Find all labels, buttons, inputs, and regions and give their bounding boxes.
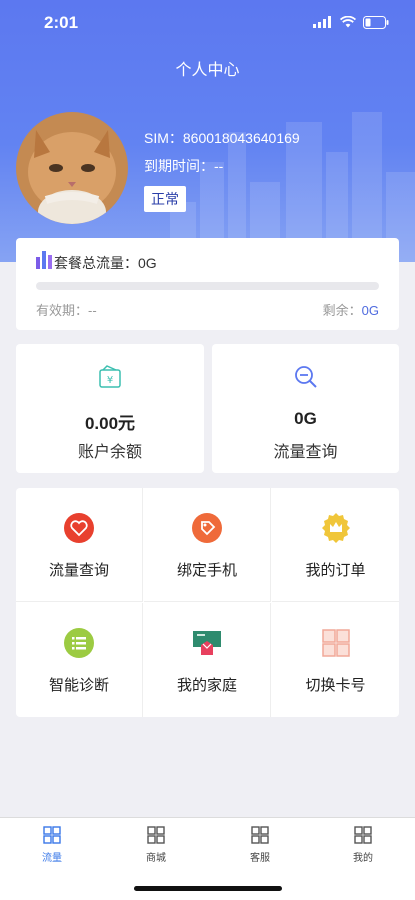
package-total: 套餐总流量：0G (54, 253, 157, 273)
bar-chart-icon (36, 251, 52, 269)
tab-label: 我的 (353, 853, 373, 864)
validity-value: -- (88, 303, 97, 318)
tab-mall[interactable]: 商城 (104, 826, 208, 864)
menu-my-family[interactable]: 我的家庭 (144, 603, 271, 717)
cat-avatar-image (16, 112, 128, 224)
tab-traffic[interactable]: 流量 (0, 826, 104, 864)
usage-progress-bar (36, 282, 379, 290)
battery-icon (363, 15, 389, 29)
wifi-icon (340, 16, 356, 28)
balance-card[interactable]: ¥ 0.00元 账户余额 (16, 344, 204, 473)
search-minus-icon (294, 366, 317, 388)
package-total-value: 0G (138, 255, 157, 271)
grid-tab-icon (43, 826, 61, 844)
tag-badge-icon (192, 513, 222, 543)
tab-label: 商城 (146, 853, 166, 864)
menu-label: 智能诊断 (48, 677, 109, 694)
menu-switch-card[interactable]: 切换卡号 (272, 603, 399, 717)
menu-smart-diagnosis[interactable]: 智能诊断 (16, 603, 143, 717)
grid-tab-icon (354, 826, 372, 844)
package-total-label: 套餐总流量： (54, 255, 138, 271)
package-card: 套餐总流量：0G 有效期：-- 剩余：0G (16, 238, 399, 330)
tab-label: 流量 (42, 853, 62, 864)
svg-text:¥: ¥ (107, 375, 113, 386)
avatar[interactable] (16, 112, 128, 224)
status-bar: 2:01 (0, 0, 415, 46)
sim-info: SIM：860018043640169 (144, 128, 300, 148)
expire-label: 到期时间： (144, 158, 214, 174)
grid-squares-icon (321, 629, 350, 657)
remaining: 剩余：0G (323, 300, 379, 319)
status-icons (313, 15, 389, 29)
traffic-query-card[interactable]: 0G 流量查询 (212, 344, 399, 473)
balance-label: 账户余额 (77, 444, 142, 461)
menu-label: 绑定手机 (176, 562, 237, 579)
tab-mine[interactable]: 我的 (311, 826, 415, 864)
gift-screen-icon (193, 631, 221, 655)
validity: 有效期：-- (36, 300, 97, 319)
crown-badge-icon (321, 513, 350, 543)
status-badge: 正常 (144, 186, 186, 212)
menu-label: 我的订单 (305, 562, 366, 579)
feature-grid: 流量查询 绑定手机 我的订单 智能诊断 我的家庭 切换卡号 (16, 488, 399, 717)
traffic-label: 流量查询 (273, 444, 338, 461)
menu-bind-phone[interactable]: 绑定手机 (144, 488, 271, 602)
expire-info: 到期时间：-- (144, 156, 223, 176)
grid-tab-icon (251, 826, 269, 844)
tab-label: 客服 (250, 853, 270, 864)
tab-service[interactable]: 客服 (208, 826, 312, 864)
status-time: 2:01 (44, 13, 79, 32)
heart-badge-icon (64, 513, 94, 543)
expire-value: -- (214, 158, 224, 174)
grid-tab-icon (147, 826, 165, 844)
remaining-label: 剩余： (322, 303, 362, 318)
signal-icon (313, 16, 331, 28)
page-title: 个人中心 (175, 62, 240, 79)
sim-number: 860018043640169 (182, 130, 300, 146)
sim-label: SIM： (144, 130, 183, 146)
menu-traffic-query[interactable]: 流量查询 (16, 488, 143, 602)
list-badge-icon (64, 628, 94, 658)
menu-my-orders[interactable]: 我的订单 (272, 488, 399, 602)
menu-label: 我的家庭 (176, 677, 237, 694)
balance-value: 0.00元 (84, 414, 136, 433)
home-indicator (134, 886, 282, 891)
menu-label: 流量查询 (48, 562, 109, 579)
menu-label: 切换卡号 (305, 677, 366, 694)
wallet-yen-icon: ¥ (99, 365, 121, 388)
remaining-value: 0G (361, 303, 379, 318)
traffic-value: 0G (294, 409, 317, 428)
validity-label: 有效期： (36, 303, 89, 318)
